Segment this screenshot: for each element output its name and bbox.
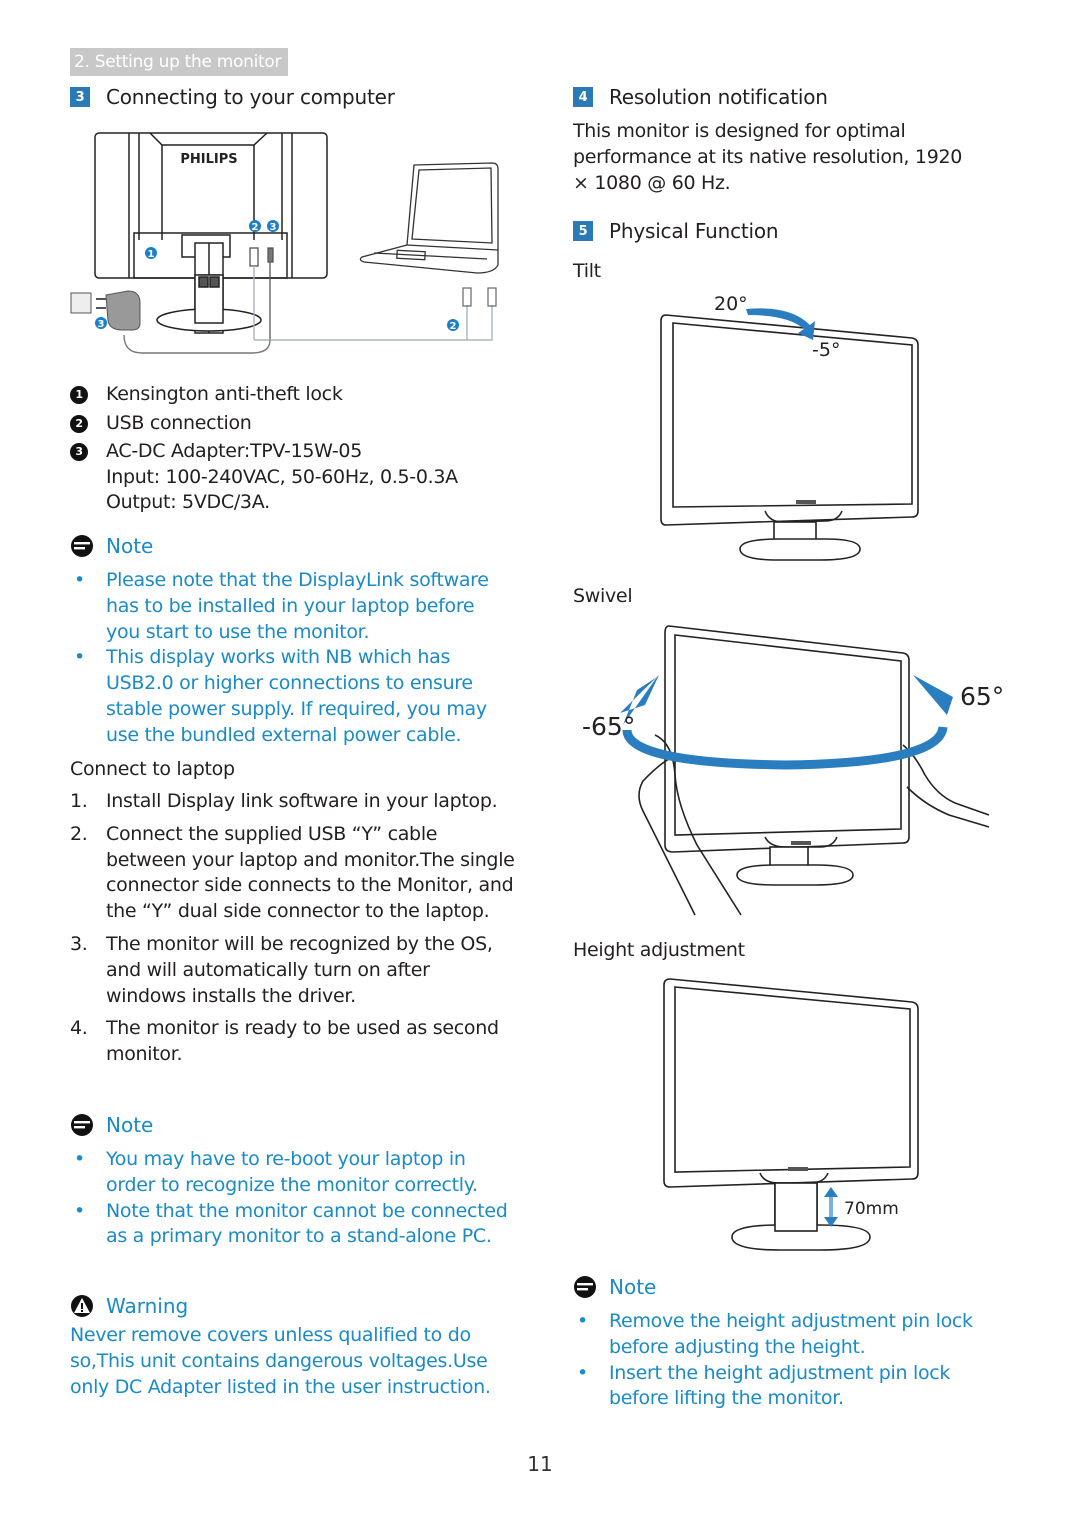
section-number-badge: 5 (573, 221, 593, 241)
swivel-left-angle: -65° (582, 712, 635, 741)
note-bullet: • Insert the height adjustment pin lock b… (577, 1361, 951, 1410)
connection-diagram: PHILIPS 1 2 3 3 2 (70, 132, 499, 354)
height-range-value: 70mm (844, 1199, 899, 1219)
number-bullet: 3 (70, 443, 88, 461)
callout-3-label: 3 (270, 222, 277, 233)
subheading: Connect to laptop (70, 758, 235, 780)
note-bullet: • Note that the monitor cannot be connect… (74, 1199, 508, 1248)
legend-text: USB connection (106, 411, 252, 434)
height-adjustment-illustration: 70mm (663, 978, 919, 1251)
legend-text: Kensington anti-theft lock (106, 383, 343, 405)
section-title: Resolution notification (609, 85, 828, 109)
note-title: Note (106, 1113, 154, 1137)
note-bullet: • Remove the height adjustment pin lock b… (577, 1310, 973, 1358)
section-3-heading: 3 Connecting to your computer (70, 85, 395, 109)
step-item: 1. Install Display link software in your … (70, 790, 498, 812)
note-title: Note (106, 534, 154, 558)
callout-1-label: 1 (148, 249, 155, 260)
callout-2-laptop-label: 2 (450, 321, 457, 332)
note-block: Note • You may have to re-boot your lapto… (70, 1113, 510, 1250)
warning-block: Warning Never remove covers unless quali… (70, 1294, 515, 1400)
swivel-arrow-head-right (913, 675, 953, 715)
height-adjustment-label: Height adjustment (573, 939, 745, 961)
philips-logo: PHILIPS (180, 152, 237, 167)
connect-to-laptop: Connect to laptop 1. Install Display link… (70, 758, 515, 1075)
section-number-badge: 4 (573, 87, 593, 107)
section-number-badge: 3 (70, 87, 90, 107)
legend-item: 1 Kensington anti-theft lock (70, 382, 510, 408)
section-banner: 2. Setting up the monitor (70, 48, 288, 76)
note-heading: Note (573, 1275, 983, 1299)
philips-bezel-logo (788, 1167, 808, 1171)
note-icon (574, 1276, 596, 1298)
swivel-label: Swivel (573, 585, 633, 607)
warning-title: Warning (106, 1294, 189, 1318)
note-bullet: • This display works with NB which has US… (74, 646, 487, 746)
height-range-arrow (824, 1187, 838, 1227)
number-bullet: 2 (70, 414, 88, 433)
note-block: Note • Please note that the DisplayLink s… (70, 534, 510, 749)
warning-icon (71, 1295, 93, 1317)
power-cable (123, 334, 271, 354)
callout-2-label: 2 (252, 222, 259, 233)
note-heading: Note (70, 1113, 510, 1137)
note-bullet: • You may have to re-boot your laptop in … (74, 1148, 478, 1196)
usb-y-connectors (462, 287, 497, 307)
step-item: 4. The monitor is ready to be used as sec… (70, 1017, 499, 1066)
legend-text: Output: 5VDC/3A. (106, 491, 270, 513)
legend-text: Input: 100-240VAC, 50-60Hz, 0.5-0.3A (106, 465, 458, 488)
usb-plug-icon (249, 247, 274, 340)
step-item: 2. Connect the supplied USB “Y” cable bet… (70, 822, 515, 923)
section-title: Physical Function (609, 219, 779, 243)
step-item: 3. The monitor will be recognized by the … (70, 932, 493, 1007)
legend-item: 2 USB connection (70, 411, 510, 437)
philips-bezel-logo (791, 841, 811, 845)
section-5-heading: 5 Physical Function (573, 219, 779, 243)
tilt-max-angle: 20° (714, 293, 748, 315)
note-icon (71, 535, 93, 557)
resolution-text: This monitor is designed for optimal per… (573, 120, 963, 194)
swivel-right-angle: 65° (960, 682, 1004, 711)
section-title: Connecting to your computer (106, 85, 395, 109)
section-4-heading: 4 Resolution notification (573, 85, 828, 109)
legend-item: 3 AC-DC Adapter:TPV-15W-05 Input: 100-24… (70, 439, 510, 516)
tilt-label: Tilt (573, 260, 601, 282)
callout-3-adapter-label: 3 (98, 319, 105, 330)
note-heading: Note (70, 534, 510, 558)
note-icon (71, 1114, 93, 1136)
diagram-legend: 1 Kensington anti-theft lock 2 USB conne… (70, 382, 510, 516)
laptop-illustration (359, 162, 499, 274)
note-title: Note (609, 1275, 657, 1299)
note-block: Note • Remove the height adjustment pin l… (573, 1275, 983, 1412)
warning-heading: Warning (70, 1294, 515, 1318)
swivel-illustration: -65° 65° (582, 625, 1004, 916)
warning-text: Never remove covers unless qualified to … (70, 1324, 491, 1398)
tilt-illustration: 20° -5° (660, 293, 919, 561)
tilt-min-angle: -5° (812, 339, 840, 361)
number-bullet: 1 (70, 386, 88, 404)
legend-text: AC-DC Adapter:TPV-15W-05 (106, 440, 362, 462)
note-bullet: • Please note that the DisplayLink softwa… (74, 569, 489, 643)
philips-bezel-logo (796, 500, 816, 504)
page-number: 11 (527, 1452, 553, 1476)
